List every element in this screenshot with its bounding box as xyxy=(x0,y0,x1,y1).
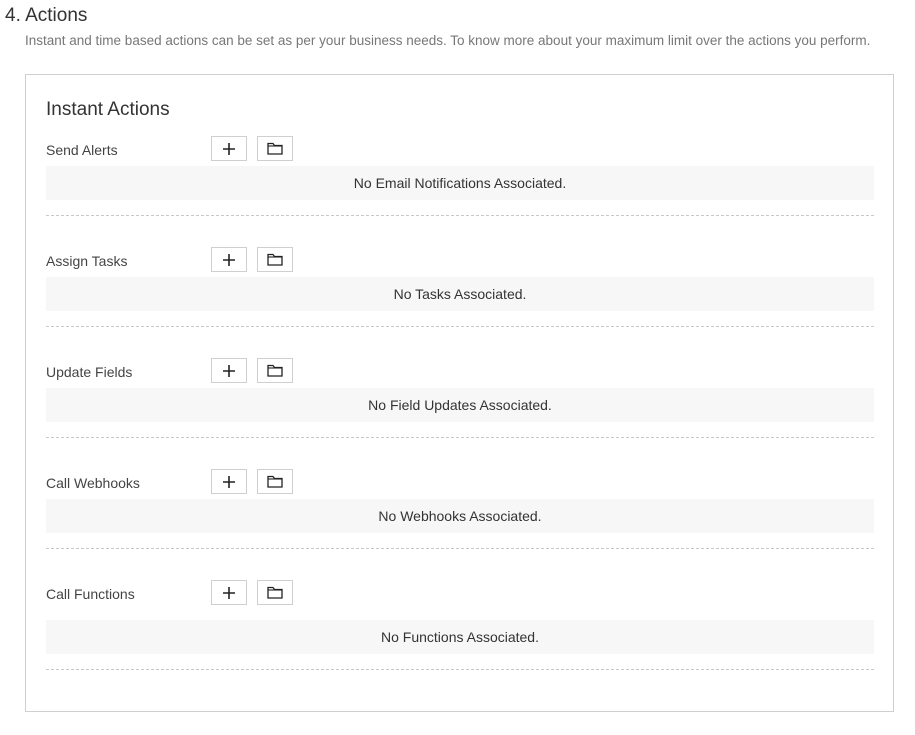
action-group-send-alerts: Send Alerts No Email Notifications Assoc… xyxy=(46,136,874,253)
action-group-assign-tasks: Assign Tasks No Tasks Associated. xyxy=(46,247,874,364)
associate-existing-email-button[interactable] xyxy=(257,136,293,161)
action-group-call-functions: Call Functions No Functions Associated. xyxy=(46,580,874,697)
divider xyxy=(46,326,874,327)
add-task-button[interactable] xyxy=(211,247,247,272)
associate-existing-function-button[interactable] xyxy=(257,580,293,605)
group-label: Update Fields xyxy=(46,364,133,380)
divider xyxy=(46,437,874,438)
section-description: Instant and time based actions can be se… xyxy=(25,33,871,48)
folder-icon xyxy=(267,475,283,488)
panel-title: Instant Actions xyxy=(46,99,170,120)
divider xyxy=(46,548,874,549)
plus-icon xyxy=(223,475,235,488)
empty-message: No Email Notifications Associated. xyxy=(46,166,874,200)
associate-existing-field-update-button[interactable] xyxy=(257,358,293,383)
associate-existing-webhook-button[interactable] xyxy=(257,469,293,494)
empty-message: No Webhooks Associated. xyxy=(46,499,874,533)
action-group-call-webhooks: Call Webhooks No Webhooks Associated. xyxy=(46,469,874,586)
empty-message: No Tasks Associated. xyxy=(46,277,874,311)
add-function-button[interactable] xyxy=(211,580,247,605)
empty-message: No Functions Associated. xyxy=(46,620,874,654)
instant-actions-panel: Instant Actions Send Alerts No Email Not… xyxy=(25,74,894,712)
add-email-notification-button[interactable] xyxy=(211,136,247,161)
add-webhook-button[interactable] xyxy=(211,469,247,494)
plus-icon xyxy=(223,364,235,377)
folder-icon xyxy=(267,364,283,377)
folder-icon xyxy=(267,253,283,266)
divider xyxy=(46,215,874,216)
associate-existing-task-button[interactable] xyxy=(257,247,293,272)
group-label: Assign Tasks xyxy=(46,253,128,269)
plus-icon xyxy=(223,142,235,155)
add-field-update-button[interactable] xyxy=(211,358,247,383)
plus-icon xyxy=(223,586,235,599)
section-title: 4. Actions xyxy=(5,5,88,26)
divider xyxy=(46,669,874,670)
group-label: Send Alerts xyxy=(46,142,118,158)
empty-message: No Field Updates Associated. xyxy=(46,388,874,422)
group-label: Call Functions xyxy=(46,586,135,602)
folder-icon xyxy=(267,586,283,599)
plus-icon xyxy=(223,253,235,266)
folder-icon xyxy=(267,142,283,155)
action-group-update-fields: Update Fields No Field Updates Associate… xyxy=(46,358,874,475)
group-label: Call Webhooks xyxy=(46,475,140,491)
